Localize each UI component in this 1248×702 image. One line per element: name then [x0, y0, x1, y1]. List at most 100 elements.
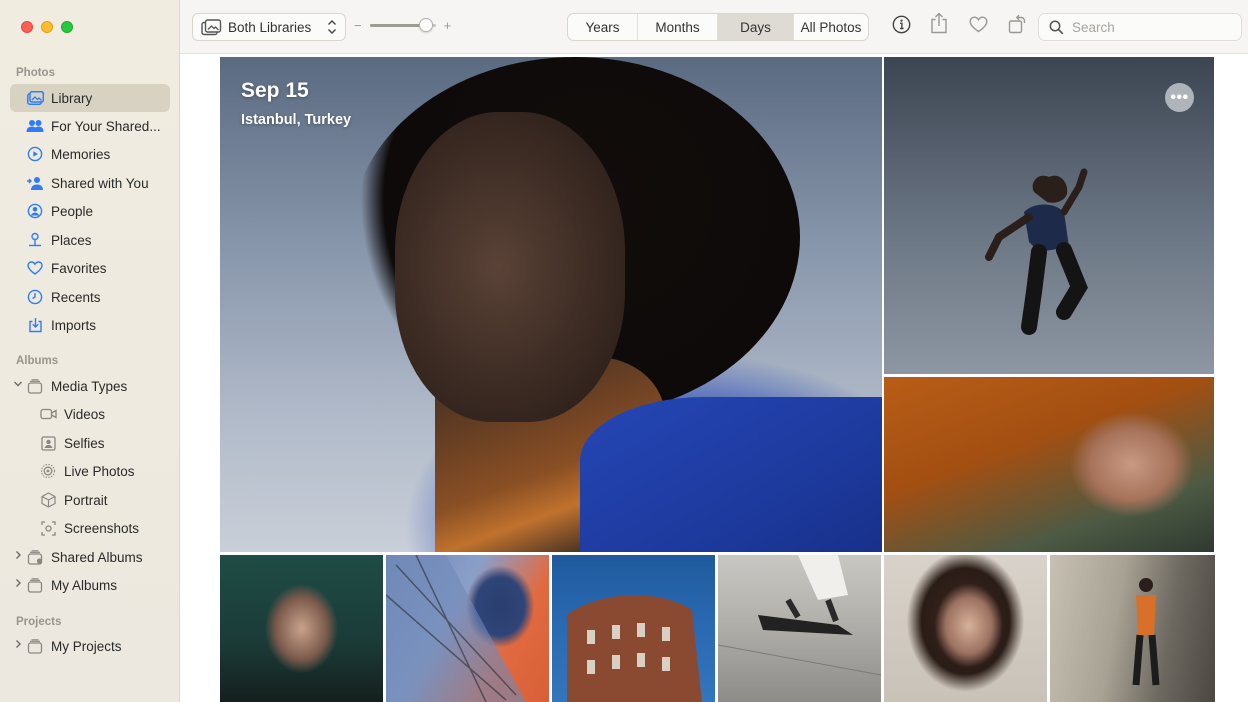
photo-content: [580, 397, 882, 552]
sidebar-item-shared-with-you[interactable]: Shared with You: [10, 169, 170, 197]
sidebar-item-imports[interactable]: Imports: [10, 311, 170, 339]
shared-album-icon: [26, 548, 44, 566]
sidebar-item-live-photos[interactable]: Live Photos: [10, 457, 170, 485]
toolbar: Both Libraries − + Years Months Days All…: [180, 0, 1248, 54]
sidebar-item-people[interactable]: People: [10, 197, 170, 225]
share-button[interactable]: [928, 12, 950, 39]
chevron-right-icon[interactable]: [13, 639, 23, 652]
photo-content: [1132, 578, 1160, 686]
zoom-slider[interactable]: [369, 18, 436, 32]
sidebar-item-label: Selfies: [64, 435, 105, 451]
person-circle-icon: [26, 202, 44, 220]
rotate-button[interactable]: [1006, 14, 1028, 37]
sidebar-item-for-your-shared[interactable]: For Your Shared...: [10, 112, 170, 140]
photo-content: [567, 595, 702, 702]
sidebar-item-label: Library: [51, 90, 93, 106]
chevron-right-icon[interactable]: [13, 578, 23, 591]
section-header-photos: Photos: [16, 67, 55, 79]
sidebar-item-screenshots[interactable]: Screenshots: [10, 514, 170, 542]
share-icon: [930, 12, 948, 39]
album-stack-icon: [26, 576, 44, 594]
tab-years[interactable]: Years: [568, 14, 638, 40]
sidebar-item-label: Places: [51, 232, 92, 248]
favorite-button[interactable]: [967, 16, 989, 38]
sidebar-item-label: Imports: [51, 317, 97, 333]
screenshot-icon: [39, 519, 57, 537]
info-icon: [892, 15, 911, 39]
album-stack-icon: [26, 377, 44, 395]
tab-months[interactable]: Months: [638, 14, 718, 40]
library-icon: [201, 18, 222, 36]
photo-thumbnail-1[interactable]: [220, 555, 383, 702]
section-header-projects: Projects: [16, 616, 62, 628]
sidebar-item-label: My Projects: [51, 638, 122, 654]
search-icon: [1049, 20, 1064, 35]
photo-lying-person[interactable]: [884, 377, 1214, 552]
sidebar-item-label: For Your Shared...: [51, 118, 161, 134]
sidebar-item-recents[interactable]: Recents: [10, 283, 170, 311]
photo-thumbnail-2[interactable]: [386, 555, 549, 702]
tab-all-photos[interactable]: All Photos: [794, 14, 868, 40]
sidebar-item-videos[interactable]: Videos: [10, 400, 170, 428]
close-window-button[interactable]: [21, 21, 33, 33]
sidebar: Photos Library For Your Shared... Memori…: [0, 0, 180, 702]
chevron-updown-icon: [327, 19, 337, 38]
day-location-subtitle: Istanbul, Turkey: [241, 112, 352, 128]
clock-icon: [26, 288, 44, 306]
tab-days[interactable]: Days: [718, 14, 794, 40]
sidebar-item-library[interactable]: Library: [10, 84, 170, 112]
pin-icon: [26, 231, 44, 249]
photos-window: Photos Library For Your Shared... Memori…: [0, 0, 1248, 702]
day-date-title: Sep 15: [241, 79, 309, 102]
photo-thumbnail-6[interactable]: [1050, 555, 1215, 702]
video-icon: [39, 405, 57, 423]
sidebar-item-favorites[interactable]: Favorites: [10, 254, 170, 282]
chevron-right-icon[interactable]: [13, 550, 23, 563]
sidebar-item-my-projects[interactable]: My Projects: [10, 632, 170, 660]
photo-hero-portrait[interactable]: Sep 15 Istanbul, Turkey: [220, 57, 882, 552]
photo-content: [395, 112, 625, 422]
library-icon: [26, 89, 44, 107]
maximize-window-button[interactable]: [61, 21, 73, 33]
sidebar-item-places[interactable]: Places: [10, 226, 170, 254]
photo-thumbnail-4[interactable]: [718, 555, 881, 702]
zoom-control: − +: [354, 18, 451, 33]
sidebar-item-label: Portrait: [64, 492, 108, 508]
live-photo-icon: [39, 462, 57, 480]
search-input[interactable]: [1072, 19, 1232, 35]
zoom-slider-fill: [369, 24, 426, 27]
people-pair-icon: [26, 117, 44, 135]
search-field[interactable]: [1038, 13, 1242, 41]
memories-icon: [26, 145, 44, 163]
sidebar-item-label: Live Photos: [64, 463, 135, 479]
more-options-button[interactable]: •••: [1165, 83, 1194, 112]
sidebar-item-label: Memories: [51, 146, 111, 162]
photo-jumping-person[interactable]: •••: [884, 57, 1214, 374]
photo-thumbnail-5[interactable]: [884, 555, 1047, 702]
sidebar-item-my-albums[interactable]: My Albums: [10, 571, 170, 599]
sidebar-item-label: Shared Albums: [51, 549, 143, 565]
zoom-out-button[interactable]: −: [354, 18, 362, 33]
sidebar-item-shared-albums[interactable]: Shared Albums: [10, 543, 170, 571]
section-header-albums: Albums: [16, 355, 59, 367]
sidebar-item-label: People: [51, 203, 94, 219]
sidebar-item-media-types[interactable]: Media Types: [10, 372, 170, 400]
info-button[interactable]: [890, 15, 912, 39]
sidebar-item-selfies[interactable]: Selfies: [10, 429, 170, 457]
library-selector[interactable]: Both Libraries: [192, 13, 346, 41]
sidebar-item-portrait[interactable]: Portrait: [10, 486, 170, 514]
sidebar-item-label: Videos: [64, 406, 106, 422]
zoom-in-button[interactable]: +: [444, 18, 452, 33]
zoom-slider-knob[interactable]: [418, 18, 433, 32]
photo-thumbnail-3[interactable]: [552, 555, 715, 702]
heart-icon: [26, 259, 44, 277]
minimize-window-button[interactable]: [41, 21, 53, 33]
sidebar-item-label: Favorites: [51, 260, 107, 276]
import-icon: [26, 316, 44, 334]
photo-grid: Sep 15 Istanbul, Turkey •••: [220, 57, 1215, 702]
sidebar-item-memories[interactable]: Memories: [10, 140, 170, 168]
photo-content: [718, 555, 881, 676]
library-selector-label: Both Libraries: [228, 19, 312, 35]
photo-content: [386, 555, 526, 702]
chevron-down-icon[interactable]: [13, 379, 23, 392]
